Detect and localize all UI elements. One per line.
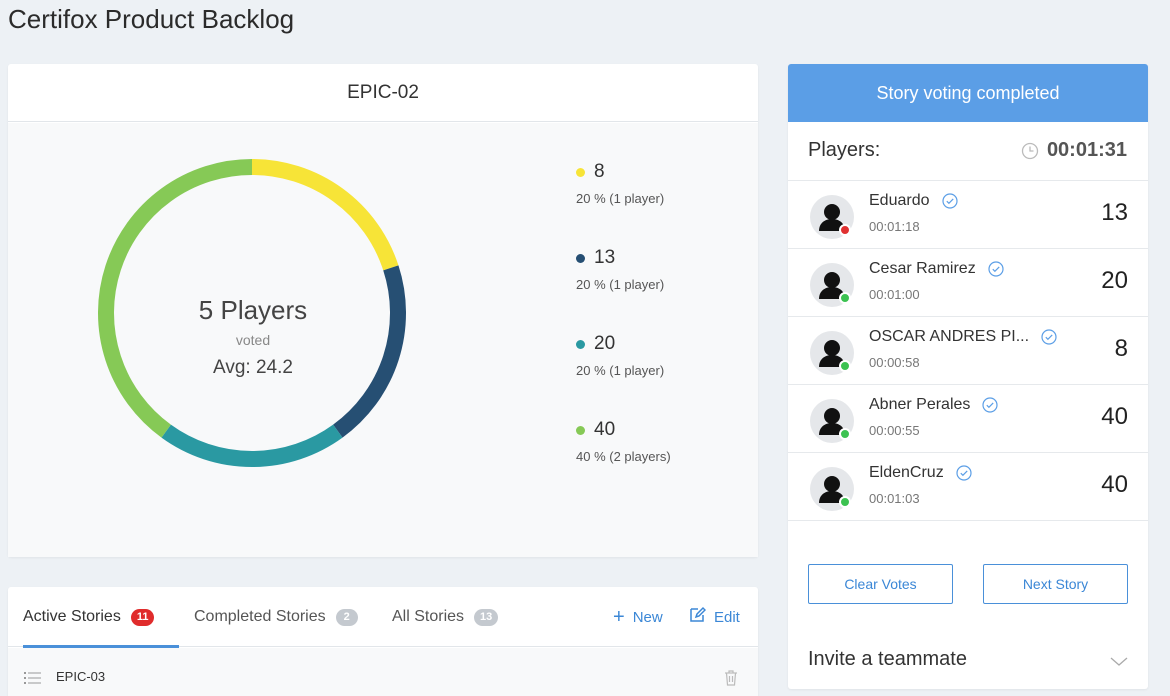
player-vote-time: 00:00:55 <box>869 423 920 438</box>
check-circle-icon <box>941 193 958 209</box>
player-name: Abner Perales <box>869 396 998 414</box>
player-row: Cesar Ramirez 00:01:00 20 <box>788 249 1148 317</box>
donut-slice-8 <box>251 159 399 271</box>
legend-item: 40 40 % (2 players) <box>576 419 736 464</box>
story-title: EPIC-03 <box>56 669 106 684</box>
legend-swatch <box>576 167 585 177</box>
legend-swatch <box>576 425 585 435</box>
status-dot <box>839 224 851 236</box>
active-count-badge: 11 <box>130 608 155 626</box>
tab-label: Active Stories <box>23 608 121 625</box>
plus-icon: + <box>613 606 625 628</box>
legend-value: 8 <box>594 161 605 182</box>
check-circle-icon <box>982 397 998 413</box>
average-value: Avg: 24.2 <box>213 357 293 378</box>
players-header: Players: 00:01:31 <box>788 122 1148 181</box>
tab-completed-stories[interactable]: Completed Stories 2 <box>194 587 358 647</box>
player-vote-time: 00:00:58 <box>869 355 920 370</box>
completed-count-badge: 2 <box>335 608 358 626</box>
donut-slice-13 <box>333 265 406 438</box>
story-title: EPIC-02 <box>8 64 758 122</box>
new-story-button[interactable]: + New <box>613 587 663 647</box>
chart-area: 5 Players voted Avg: 24.2 8 20 % (1 play… <box>8 123 758 557</box>
edit-label: Edit <box>714 608 740 626</box>
invite-teammate-toggle[interactable]: Invite a teammate <box>788 634 1148 689</box>
players-count: 5 Players <box>198 295 308 325</box>
legend-percent: 20 % (1 player) <box>576 277 665 292</box>
list-icon <box>24 671 42 690</box>
tab-active-stories[interactable]: Active Stories 11 <box>23 587 179 648</box>
legend-percent: 40 % (2 players) <box>576 449 671 464</box>
chevron-down-icon <box>1110 654 1128 672</box>
all-count-badge: 13 <box>474 608 499 626</box>
invite-label: Invite a teammate <box>808 648 967 670</box>
voting-panel: Story voting completed Players: 00:01:31… <box>788 64 1148 689</box>
voting-timer: 00:01:31 <box>1021 139 1127 162</box>
legend-percent: 20 % (1 player) <box>576 363 665 378</box>
donut-slice-20 <box>161 424 343 467</box>
edit-icon <box>688 606 707 628</box>
timer-value: 00:01:31 <box>1046 139 1127 161</box>
stories-card: Active Stories 11 Completed Stories 2 Al… <box>8 587 758 696</box>
player-name-text: EldenCruz <box>869 464 944 481</box>
player-vote: 40 <box>1101 403 1128 430</box>
tab-label: Completed Stories <box>194 608 326 625</box>
vote-results-card: EPIC-02 5 Players voted Avg: 24.2 8 20 %… <box>8 64 758 557</box>
legend-value: 13 <box>594 247 616 268</box>
player-row: Abner Perales 00:00:55 40 <box>788 385 1148 453</box>
tab-label: All Stories <box>392 608 465 625</box>
player-name-text: Abner Perales <box>869 396 971 413</box>
player-vote-time: 00:01:00 <box>869 287 920 302</box>
legend-item: 20 20 % (1 player) <box>576 333 736 378</box>
clear-votes-button[interactable]: Clear Votes <box>808 564 953 604</box>
player-row: EldenCruz 00:01:03 40 <box>788 453 1148 521</box>
player-vote: 13 <box>1101 199 1128 226</box>
edit-stories-button[interactable]: Edit <box>688 587 740 647</box>
player-row: OSCAR ANDRES PI... 00:00:58 8 <box>788 317 1148 385</box>
stories-tabs: Active Stories 11 Completed Stories 2 Al… <box>8 587 758 648</box>
new-label: New <box>632 608 663 626</box>
player-vote: 20 <box>1101 267 1128 294</box>
page-title: Certifox Product Backlog <box>8 4 295 34</box>
player-name-text: OSCAR ANDRES PI... <box>869 328 1030 345</box>
player-name: OSCAR ANDRES PI... <box>869 328 1057 346</box>
check-circle-icon <box>956 465 972 481</box>
players-list: Eduardo 00:01:18 13 Cesar Ramirez 00:01:… <box>788 181 1148 521</box>
player-name-text: Cesar Ramirez <box>869 260 976 277</box>
voted-label: voted <box>235 332 271 348</box>
player-name: EldenCruz <box>869 464 972 482</box>
legend-value: 20 <box>594 333 616 354</box>
legend-swatch <box>576 253 585 263</box>
voting-status-banner: Story voting completed <box>788 64 1148 122</box>
list-item[interactable]: EPIC-03 <box>8 648 758 696</box>
player-row: Eduardo 00:01:18 13 <box>788 181 1148 249</box>
player-name-text: Eduardo <box>869 192 930 209</box>
check-circle-icon <box>988 261 1004 277</box>
player-name: Cesar Ramirez <box>869 260 1004 278</box>
legend-percent: 20 % (1 player) <box>576 191 665 206</box>
legend-swatch <box>576 339 585 349</box>
legend-value: 40 <box>594 419 616 440</box>
status-dot <box>839 360 851 372</box>
trash-icon[interactable] <box>724 670 738 691</box>
legend-item: 13 20 % (1 player) <box>576 247 736 292</box>
player-name: Eduardo <box>869 192 958 210</box>
legend-item: 8 20 % (1 player) <box>576 161 736 206</box>
players-label: Players: <box>808 139 881 161</box>
status-dot <box>839 496 851 508</box>
status-dot <box>839 428 851 440</box>
player-vote: 8 <box>1114 335 1128 362</box>
next-story-button[interactable]: Next Story <box>983 564 1128 604</box>
status-dot <box>839 292 851 304</box>
player-vote-time: 00:01:03 <box>869 491 920 506</box>
tab-all-stories[interactable]: All Stories 13 <box>392 587 499 647</box>
player-vote-time: 00:01:18 <box>869 219 920 234</box>
player-vote: 40 <box>1101 471 1128 498</box>
check-circle-icon <box>1041 329 1057 345</box>
clock-icon <box>1021 142 1039 159</box>
